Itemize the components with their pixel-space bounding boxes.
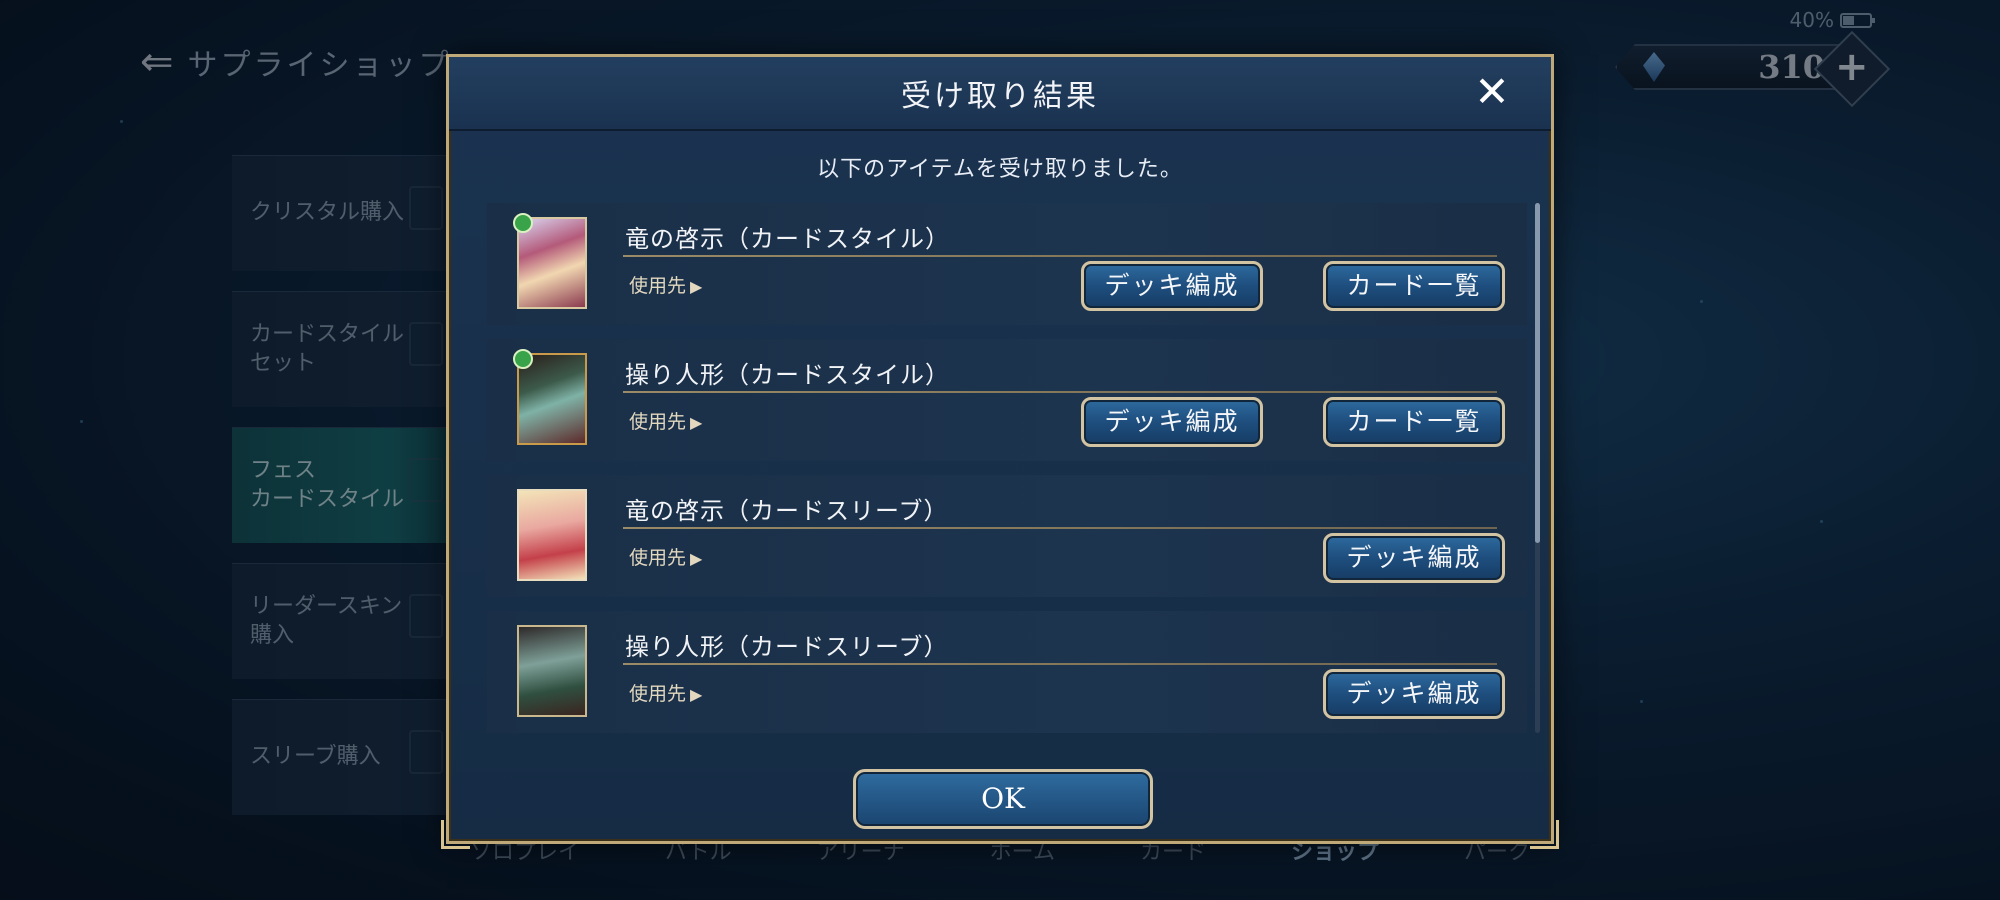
use-destination-link[interactable]: 使用先 ▶: [629, 679, 702, 706]
dialog-subtitle: 以下のアイテムを受け取りました。: [817, 157, 1183, 182]
use-destination-link[interactable]: 使用先 ▶: [629, 407, 702, 434]
close-icon[interactable]: ✕: [1471, 71, 1513, 113]
divider: [623, 391, 1497, 393]
use-label: 使用先: [629, 275, 687, 297]
list-item: 竜の啓示（カードスリーブ） 使用先 ▶ デッキ編成: [487, 475, 1527, 597]
cost-badge: [513, 349, 533, 369]
use-label: 使用先: [629, 411, 687, 433]
deck-edit-button[interactable]: デッキ編成: [1323, 533, 1505, 583]
item-name: 操り人形（カードスリーブ）: [625, 633, 949, 661]
receive-result-dialog: 受け取り結果 ✕ 以下のアイテムを受け取りました。 竜の啓示（カードスタイル） …: [441, 54, 1559, 849]
divider: [623, 527, 1497, 529]
chevron-right-icon: ▶: [690, 413, 703, 432]
use-label: 使用先: [629, 547, 687, 569]
divider: [623, 255, 1497, 257]
dialog-header: 受け取り結果 ✕: [449, 57, 1551, 131]
ok-button[interactable]: OK: [853, 769, 1153, 829]
card-list-button[interactable]: カード一覧: [1323, 397, 1505, 447]
deck-edit-button[interactable]: デッキ編成: [1081, 397, 1263, 447]
card-thumbnail: [513, 213, 587, 309]
item-name: 竜の啓示（カードスタイル）: [625, 225, 950, 253]
dialog-title: 受け取り結果: [901, 79, 1099, 114]
chevron-right-icon: ▶: [690, 685, 703, 704]
sleeve-thumbnail: [517, 489, 587, 581]
list-item: 竜の啓示（カードスタイル） 使用先 ▶ デッキ編成 カード一覧: [487, 203, 1527, 325]
card-thumbnail: [513, 349, 587, 445]
deck-edit-button[interactable]: デッキ編成: [1323, 669, 1505, 719]
item-name: 竜の啓示（カードスリーブ）: [625, 497, 949, 525]
received-items-list[interactable]: 竜の啓示（カードスタイル） 使用先 ▶ デッキ編成 カード一覧 操り人形（カードス…: [487, 203, 1527, 775]
sleeve-thumbnail: [517, 625, 587, 717]
scrollbar-thumb[interactable]: [1535, 203, 1540, 543]
use-label: 使用先: [629, 683, 687, 705]
item-name: 操り人形（カードスタイル）: [625, 361, 950, 389]
card-list-button[interactable]: カード一覧: [1323, 261, 1505, 311]
list-item: 操り人形（カードスタイル） 使用先 ▶ デッキ編成 カード一覧: [487, 339, 1527, 461]
divider: [623, 663, 1497, 665]
use-destination-link[interactable]: 使用先 ▶: [629, 543, 702, 570]
list-item: 操り人形（カードスリーブ） 使用先 ▶ デッキ編成: [487, 611, 1527, 733]
chevron-right-icon: ▶: [690, 549, 703, 568]
chevron-right-icon: ▶: [690, 277, 703, 296]
cost-badge: [513, 213, 533, 233]
use-destination-link[interactable]: 使用先 ▶: [629, 271, 702, 298]
scrollbar[interactable]: [1535, 203, 1540, 733]
deck-edit-button[interactable]: デッキ編成: [1081, 261, 1263, 311]
